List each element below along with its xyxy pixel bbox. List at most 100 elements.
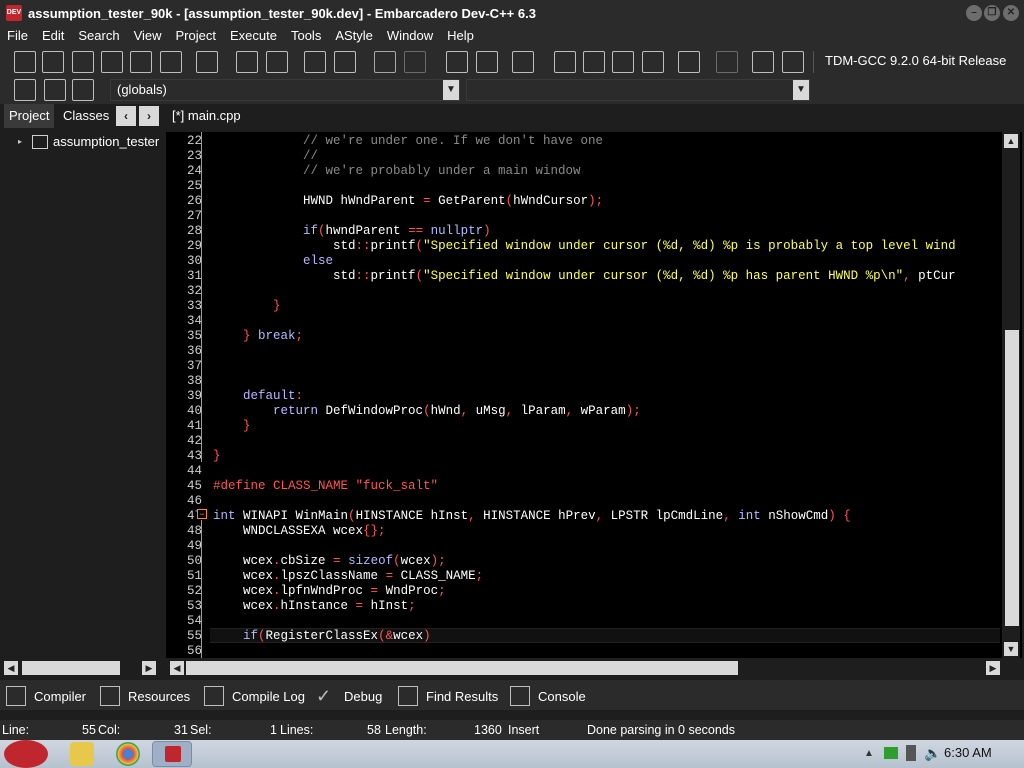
chevron-down-icon[interactable]: ▼	[793, 80, 809, 100]
new-file-icon[interactable]	[14, 51, 36, 73]
run-icon[interactable]	[583, 51, 605, 73]
code-token: RegisterClassEx	[265, 629, 379, 643]
save-icon[interactable]	[72, 51, 94, 73]
left-horizontal-scrollbar[interactable]: ◀ ▶	[4, 660, 156, 676]
horizontal-scroll-thumb[interactable]	[186, 661, 738, 675]
compile-icon[interactable]	[554, 51, 576, 73]
menu-tools[interactable]: Tools	[284, 26, 328, 46]
redo-icon[interactable]	[404, 51, 426, 73]
code-token: ==	[408, 224, 424, 238]
tab-main-cpp[interactable]: [*] main.cpp ✕	[166, 104, 262, 147]
code-token: default	[213, 389, 296, 403]
tab-console[interactable]: Console	[510, 686, 586, 706]
delete-profile-icon[interactable]	[782, 51, 804, 73]
file-explorer-icon[interactable]	[70, 742, 94, 766]
new-project-icon[interactable]	[446, 51, 468, 73]
open-file-icon[interactable]	[42, 51, 64, 73]
menu-view[interactable]: View	[127, 26, 169, 46]
tab-debug[interactable]: ✓ Debug	[316, 686, 382, 706]
menu-file[interactable]: File	[0, 26, 35, 46]
debug-check-icon[interactable]	[678, 51, 700, 73]
stop-icon[interactable]	[716, 51, 738, 73]
vertical-scroll-thumb[interactable]	[1005, 330, 1019, 626]
tab-find-results[interactable]: Find Results	[398, 686, 498, 706]
taskbar-clock[interactable]: 6:30 AM	[944, 745, 992, 760]
close-all-icon[interactable]	[160, 51, 182, 73]
tab-compiler[interactable]: Compiler	[6, 686, 86, 706]
start-button-icon[interactable]	[4, 740, 48, 768]
print-icon[interactable]	[196, 51, 218, 73]
devcpp-taskbar-button[interactable]	[152, 741, 192, 767]
bookmark-icon[interactable]	[44, 79, 66, 101]
menu-project[interactable]: Project	[169, 26, 223, 46]
line-number: 39	[186, 389, 202, 403]
scroll-left-icon[interactable]: ◀	[4, 661, 18, 675]
find-icon[interactable]	[236, 51, 258, 73]
code-token: lpszClassName	[280, 569, 386, 583]
project-options-icon[interactable]	[512, 51, 534, 73]
code-token: ,	[903, 269, 911, 283]
function-select[interactable]: ▼	[466, 79, 810, 101]
expand-icon[interactable]: ▸	[18, 137, 22, 146]
undo-icon[interactable]	[374, 51, 396, 73]
line-number: 25	[186, 179, 202, 193]
code-token: (	[393, 554, 401, 568]
code-token: ;	[475, 569, 484, 583]
code-token: =	[355, 599, 364, 613]
profile-icon[interactable]	[752, 51, 774, 73]
indent-icon[interactable]	[304, 51, 326, 73]
line-number-gutter: 22 23 24 25 26 27 28 29 30 31 32 33 34 35 36 37 38 39 40 41…	[166, 132, 210, 658]
scroll-left-icon[interactable]: ◀	[170, 661, 184, 675]
show-hidden-icons-icon[interactable]: ▲	[864, 748, 874, 759]
chrome-icon[interactable]	[116, 742, 140, 766]
menu-window[interactable]: Window	[380, 26, 440, 46]
scroll-down-icon[interactable]: ▼	[1004, 642, 1018, 656]
save-all-icon[interactable]	[101, 51, 123, 73]
tab-project[interactable]: Project	[4, 104, 55, 128]
rebuild-icon[interactable]	[642, 51, 664, 73]
goto-icon[interactable]	[14, 79, 36, 101]
compile-log-icon	[204, 686, 224, 706]
compiler-select[interactable]: TDM-GCC 9.2.0 64-bit Release	[820, 50, 1020, 72]
class-scope-select[interactable]: (globals) ▼	[110, 79, 460, 101]
code-token: ;	[438, 584, 446, 598]
tree-item-project[interactable]: ▸ assumption_tester	[18, 134, 159, 149]
scroll-up-icon[interactable]: ▲	[1004, 134, 1018, 148]
unindent-icon[interactable]	[334, 51, 356, 73]
volume-icon[interactable]: 🔈	[924, 745, 941, 762]
chevron-right-icon[interactable]: ›	[139, 106, 159, 126]
tab-resources[interactable]: Resources	[100, 686, 190, 706]
scroll-right-icon[interactable]: ▶	[986, 661, 1000, 675]
minimize-button[interactable]: –	[966, 5, 982, 21]
menu-execute[interactable]: Execute	[223, 26, 284, 46]
scroll-right-icon[interactable]: ▶	[142, 661, 156, 675]
code-token: "Specified window under cursor (%d, %d) …	[423, 239, 956, 253]
code-token: (	[505, 194, 514, 208]
replace-icon[interactable]	[266, 51, 288, 73]
menu-edit[interactable]: Edit	[35, 26, 71, 46]
network-icon[interactable]	[884, 747, 898, 759]
code-token: ::	[355, 239, 371, 253]
tab-compile-log[interactable]: Compile Log	[204, 686, 305, 706]
chevron-down-icon[interactable]: ▼	[443, 80, 459, 100]
code-token: )	[423, 629, 431, 643]
restore-button[interactable]: ❐	[984, 5, 1000, 21]
menu-help[interactable]: Help	[440, 26, 481, 46]
scroll-thumb[interactable]	[22, 661, 120, 675]
add-to-project-icon[interactable]	[476, 51, 498, 73]
close-file-icon[interactable]	[130, 51, 152, 73]
status-col-label: Col:	[98, 723, 121, 737]
menu-search[interactable]: Search	[71, 26, 126, 46]
chevron-left-icon[interactable]: ‹	[116, 106, 136, 126]
code-token: int	[213, 509, 236, 523]
fold-toggle-icon[interactable]: −	[197, 509, 207, 519]
compile-run-icon[interactable]	[612, 51, 634, 73]
tab-classes[interactable]: Classes	[58, 104, 114, 128]
line-number: 42	[186, 434, 202, 448]
code-token: :	[295, 389, 304, 403]
bookmarks-icon[interactable]	[72, 79, 94, 101]
code-editor[interactable]: 22 23 24 25 26 27 28 29 30 31 32 33 34 35 36 37 38 39 40 41…	[166, 132, 1022, 658]
close-button[interactable]: ✕	[1003, 5, 1019, 21]
menu-astyle[interactable]: AStyle	[328, 26, 380, 46]
battery-icon[interactable]	[906, 745, 916, 761]
